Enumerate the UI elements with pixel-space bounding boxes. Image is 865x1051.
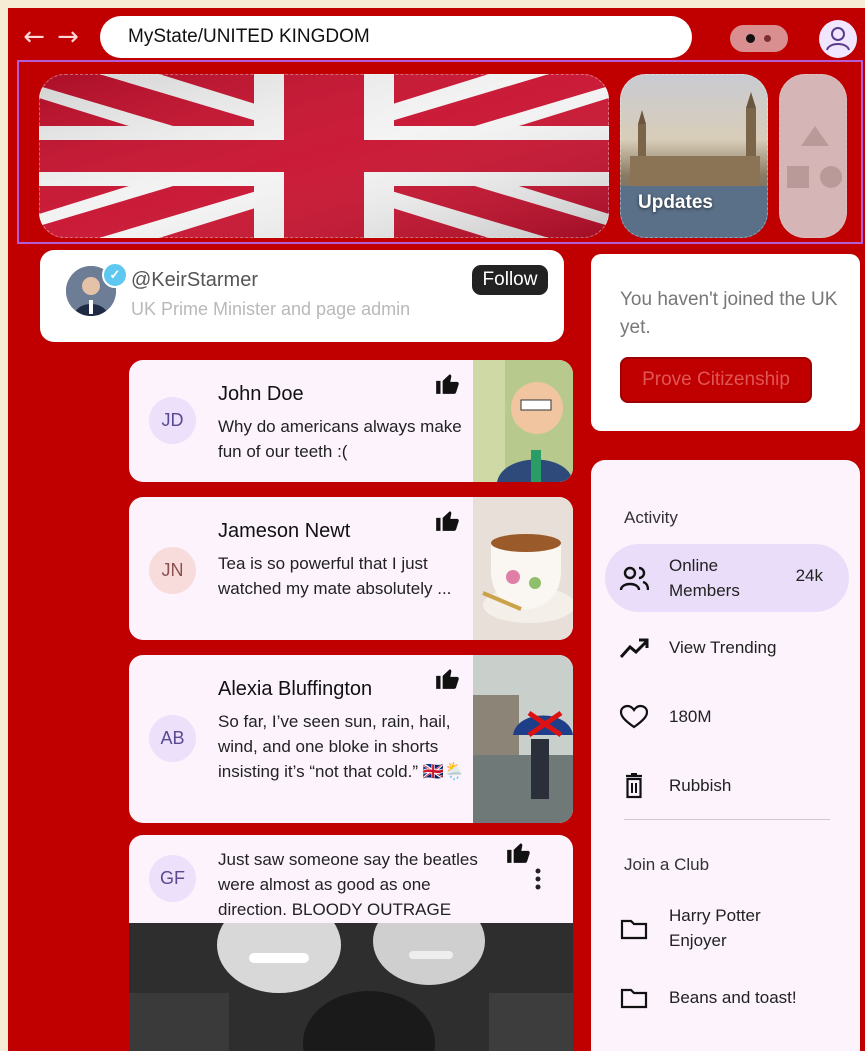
post-author[interactable]: John Doe: [218, 383, 304, 406]
carousel-caption: Updates: [638, 192, 713, 213]
post-text: Tea is so powerful that I just watched m…: [218, 554, 452, 598]
post-author[interactable]: Alexia Bluffington: [218, 678, 372, 701]
post-card[interactable]: AB Alexia Bluffington So far, I’ve seen …: [129, 655, 573, 823]
post-text: Why do americans always make fun of our …: [218, 417, 462, 461]
folder-icon: [620, 988, 648, 1009]
trending-up-icon: [619, 638, 649, 659]
join-club-heading: Join a Club: [624, 855, 710, 874]
thumbs-up-icon[interactable]: [434, 665, 460, 691]
union-jack-flag-icon: [39, 74, 609, 238]
sidebar-item-label: View Trending: [669, 638, 777, 657]
prove-citizenship-button[interactable]: Prove Citizenship: [620, 357, 812, 403]
post-text: Just saw someone say the beatles were al…: [218, 850, 478, 919]
thumbs-up-icon[interactable]: [434, 507, 460, 533]
address-bar[interactable]: MyState/UNITED KINGDOM: [100, 16, 692, 58]
club-item-beans-and-toast[interactable]: Beans and toast!: [605, 963, 849, 1031]
user-icon: [826, 27, 850, 51]
sidebar-item-rubbish[interactable]: Rubbish: [605, 751, 849, 819]
profile-button[interactable]: [819, 20, 857, 58]
join-message: You haven't joined the UK yet.: [620, 289, 838, 338]
club-item-harry-potter[interactable]: Harry Potter Enjoyer: [605, 894, 849, 962]
placeholder-shapes-icon: [787, 126, 842, 188]
trash-icon: [626, 773, 642, 799]
carousel-tile-next[interactable]: [779, 74, 847, 238]
post-author[interactable]: Jameson Newt: [218, 520, 350, 543]
forward-arrow-icon[interactable]: →: [54, 22, 82, 52]
verified-badge-icon: ✓: [102, 262, 128, 288]
sidebar-item-likes[interactable]: 180M: [605, 682, 849, 750]
toggle-knob-icon: [746, 34, 755, 43]
post-card[interactable]: GF Just saw someone say the beatles were…: [129, 835, 573, 1051]
club-label: Harry Potter Enjoyer: [669, 906, 761, 950]
post-card[interactable]: JN Jameson Newt Tea is so powerful that …: [129, 497, 573, 640]
umbrella-street-image: [473, 655, 573, 823]
thumbs-up-icon[interactable]: [505, 839, 531, 865]
toggle-dot-icon: [764, 35, 771, 42]
join-state-card: You haven't joined the UK yet. Prove Cit…: [591, 254, 860, 431]
post-avatar[interactable]: JD: [149, 397, 196, 444]
post-card[interactable]: JD John Doe Why do americans always make…: [129, 360, 573, 482]
carousel-tile-flag[interactable]: [39, 74, 609, 238]
club-label: Beans and toast!: [669, 988, 797, 1007]
sidebar-item-online-members[interactable]: Online Members 24k: [605, 544, 849, 612]
activity-sidebar: Activity Online Members 24k View Trendin…: [591, 460, 860, 1051]
app-window: ← → MyState/UNITED KINGDOM Updates ✓ @Ke…: [8, 8, 865, 1051]
activity-heading: Activity: [624, 508, 678, 527]
admin-handle[interactable]: @KeirStarmer: [131, 269, 258, 292]
group-icon: [619, 566, 649, 591]
sidebar-item-label: Online Members: [669, 556, 740, 600]
theme-toggle[interactable]: [730, 25, 788, 52]
page-admin-card: ✓ @KeirStarmer UK Prime Minister and pag…: [40, 250, 564, 342]
heart-icon: [619, 704, 649, 729]
beatles-photo-image: [129, 923, 573, 1051]
post-avatar[interactable]: JN: [149, 547, 196, 594]
carousel-tile-updates[interactable]: Updates: [620, 74, 768, 238]
follow-button[interactable]: Follow: [472, 265, 548, 295]
cartoon-man-image: [473, 360, 573, 482]
image-carousel[interactable]: Updates: [17, 60, 863, 244]
post-text: So far, I’ve seen sun, rain, hail, wind,…: [218, 712, 466, 781]
online-members-count: 24k: [795, 566, 823, 585]
more-vertical-icon[interactable]: [535, 868, 541, 890]
admin-description: UK Prime Minister and page admin: [131, 299, 411, 319]
sidebar-item-trending[interactable]: View Trending: [605, 613, 849, 681]
thumbs-up-icon[interactable]: [434, 370, 460, 396]
folder-icon: [620, 919, 648, 940]
post-avatar[interactable]: AB: [149, 715, 196, 762]
teacup-image: [473, 497, 573, 640]
sidebar-item-label: Rubbish: [669, 776, 732, 795]
back-arrow-icon[interactable]: ←: [20, 22, 48, 52]
sidebar-item-label: 180M: [669, 707, 712, 726]
post-avatar[interactable]: GF: [149, 855, 196, 902]
sidebar-divider: [624, 819, 830, 820]
